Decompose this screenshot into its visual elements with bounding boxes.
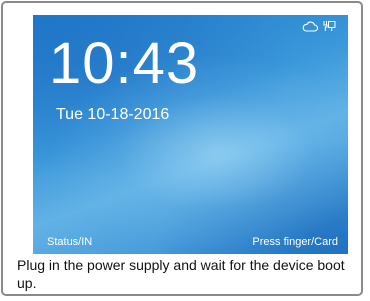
prompt-label: Press finger/Card — [252, 236, 338, 248]
status-mode-label: Status/IN — [47, 236, 93, 248]
clock-time: 10:43 — [49, 31, 200, 96]
device-screen: 10:43 Tue 10-18-2016 Status/IN Press fin… — [33, 15, 348, 254]
cloud-icon — [302, 21, 318, 32]
network-plug-icon — [323, 20, 336, 32]
instruction-caption: Plug in the power supply and wait for th… — [17, 257, 345, 291]
device-frame: 10:43 Tue 10-18-2016 Status/IN Press fin… — [1, 1, 363, 296]
clock-date: Tue 10-18-2016 — [56, 106, 170, 123]
status-icons — [302, 20, 336, 32]
